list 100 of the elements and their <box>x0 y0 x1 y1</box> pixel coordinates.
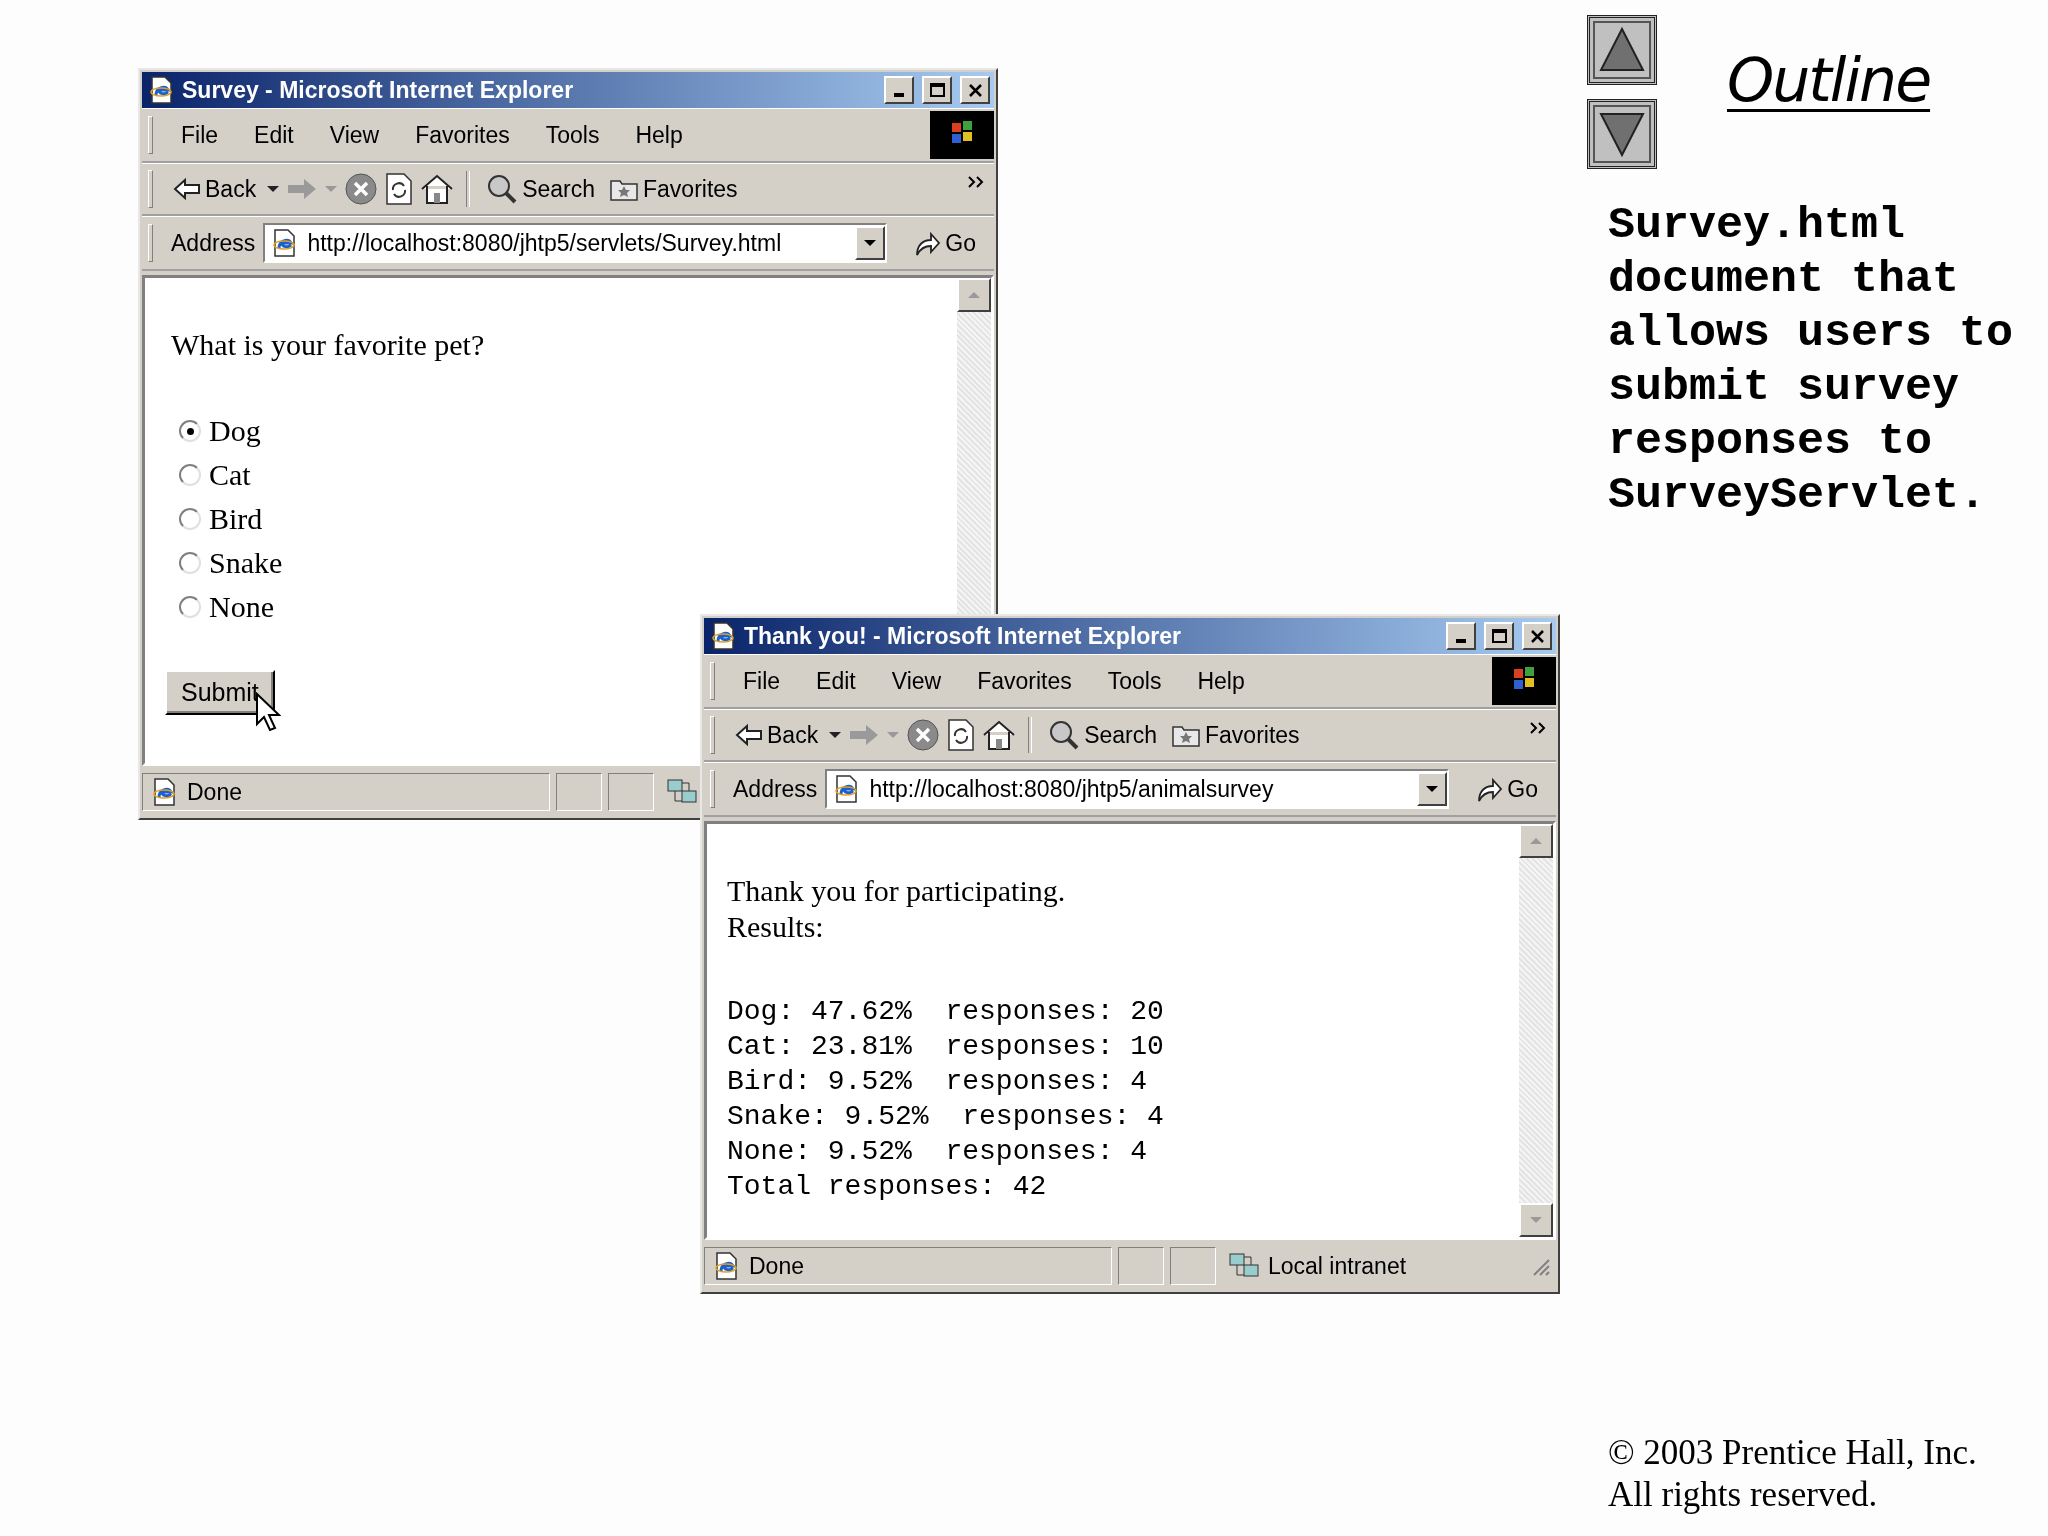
radio-button[interactable] <box>179 508 201 530</box>
result-line: Bird: 9.52% responses: 4 <box>727 1066 1149 1099</box>
search-button[interactable]: Search <box>1044 717 1161 753</box>
status-pane <box>1170 1247 1216 1285</box>
menu-item[interactable]: Favorites <box>959 667 1090 695</box>
refresh-button[interactable] <box>946 718 977 752</box>
menu-item[interactable]: File <box>163 121 237 149</box>
curved-arrow-icon <box>913 229 942 257</box>
status-text: Done <box>187 778 242 806</box>
minimize-button[interactable] <box>1446 622 1476 650</box>
address-field[interactable]: http://localhost:8080/jhtp5/animalsurvey <box>825 769 1450 809</box>
left-arrow-icon <box>173 177 201 201</box>
down-triangle-icon <box>1598 110 1646 158</box>
menu-item[interactable]: Help <box>1179 667 1263 695</box>
description-text: Survey.html document that allows users to submit survey responses to SurveyServlet. <box>1608 199 2015 523</box>
minimize-icon <box>894 93 904 97</box>
outline-title: Outline <box>1727 45 1931 117</box>
close-button[interactable] <box>1522 622 1552 650</box>
scroll-up-button[interactable] <box>957 278 991 312</box>
status-pane <box>556 773 602 811</box>
scroll-up-button[interactable] <box>1519 824 1553 858</box>
close-icon <box>1528 627 1546 645</box>
radio-button[interactable] <box>179 552 201 574</box>
menu-item[interactable]: Tools <box>527 121 618 149</box>
copyright-text: © 2003 Prentice Hall, Inc. <box>1608 1432 1978 1474</box>
caret-icon <box>863 239 878 247</box>
search-icon <box>1048 719 1081 751</box>
favorites-button[interactable]: Favorites <box>605 173 742 205</box>
chevron-icon[interactable] <box>968 176 984 188</box>
favorites-button[interactable]: Favorites <box>1167 719 1304 751</box>
menu-item[interactable]: File <box>725 667 799 695</box>
submit-button[interactable]: Submit <box>165 670 275 715</box>
dropdown-button[interactable] <box>855 226 886 260</box>
close-icon <box>966 81 984 99</box>
option-label: None <box>209 590 274 624</box>
flag-icon <box>930 111 994 159</box>
scroll-down-button[interactable] <box>1519 1203 1553 1237</box>
maximize-icon <box>928 81 946 99</box>
status-pane <box>608 773 654 811</box>
option-label: Dog <box>209 414 261 448</box>
flag-icon <box>1492 657 1556 705</box>
menu-item[interactable]: Tools <box>1089 667 1180 695</box>
question-text: What is your favorite pet? <box>171 328 485 362</box>
down-arrow-icon <box>1529 1216 1543 1224</box>
address-field[interactable]: http://localhost:8080/jhtp5/servlets/Survey.html <box>263 223 888 263</box>
result-line: Cat: 23.81% responses: 10 <box>727 1031 1164 1064</box>
stop-button[interactable] <box>344 172 379 206</box>
status-text: Done <box>749 1252 804 1280</box>
home-button[interactable] <box>982 719 1017 751</box>
next-button[interactable] <box>1587 99 1657 169</box>
go-button[interactable]: Go <box>909 227 980 259</box>
menu-item[interactable]: Help <box>617 121 701 149</box>
window-title: Survey - Microsoft Internet Explorer <box>182 76 575 104</box>
caret-icon[interactable] <box>828 731 843 739</box>
menu-item[interactable]: View <box>311 121 398 149</box>
status-pane <box>1118 1247 1164 1285</box>
menu-item[interactable]: Edit <box>798 667 874 695</box>
radio-button[interactable] <box>179 596 201 618</box>
home-button[interactable] <box>420 173 455 205</box>
message-text: Results: <box>727 910 825 944</box>
result-line: Snake: 9.52% responses: 4 <box>727 1101 1164 1134</box>
back-button[interactable]: Back <box>731 719 823 751</box>
search-icon <box>486 173 519 205</box>
radio-button[interactable] <box>179 420 201 442</box>
refresh-button[interactable] <box>384 172 415 206</box>
maximize-button[interactable] <box>1484 622 1514 650</box>
previous-button[interactable] <box>1587 15 1657 85</box>
maximize-button[interactable] <box>922 76 952 104</box>
minimize-button[interactable] <box>884 76 914 104</box>
option-label: Cat <box>209 458 251 492</box>
close-button[interactable] <box>960 76 990 104</box>
address-label: Address <box>733 775 818 803</box>
message-text: Thank you for participating. <box>727 874 1066 908</box>
zone-text: Local intranet <box>1268 1252 1407 1280</box>
go-button[interactable]: Go <box>1471 773 1542 805</box>
dropdown-button[interactable] <box>1417 772 1448 806</box>
option-label: Snake <box>209 546 283 580</box>
up-arrow-icon <box>1529 837 1543 845</box>
window-title: Thank you! - Microsoft Internet Explorer <box>744 622 1183 650</box>
menu-item[interactable]: Favorites <box>397 121 528 149</box>
up-triangle-icon <box>1598 26 1646 74</box>
stop-button[interactable] <box>906 718 941 752</box>
menu-item[interactable]: Edit <box>236 121 312 149</box>
result-line: Dog: 47.62% responses: 20 <box>727 996 1164 1029</box>
option-label: Bird <box>209 502 263 536</box>
caret-icon[interactable] <box>266 185 281 193</box>
back-button[interactable]: Back <box>169 173 261 205</box>
caret-icon <box>1425 785 1440 793</box>
left-arrow-icon <box>735 723 763 747</box>
address-label: Address <box>171 229 256 257</box>
result-line: None: 9.52% responses: 4 <box>727 1136 1149 1169</box>
radio-button[interactable] <box>179 464 201 486</box>
chevron-icon[interactable] <box>1530 722 1546 734</box>
up-arrow-icon <box>967 291 981 299</box>
search-button[interactable]: Search <box>482 171 599 207</box>
copyright-text: All rights reserved. <box>1608 1474 1879 1516</box>
minimize-icon <box>1456 639 1466 643</box>
result-line: Total responses: 42 <box>727 1171 1048 1204</box>
maximize-icon <box>1490 627 1508 645</box>
menu-item[interactable]: View <box>873 667 960 695</box>
